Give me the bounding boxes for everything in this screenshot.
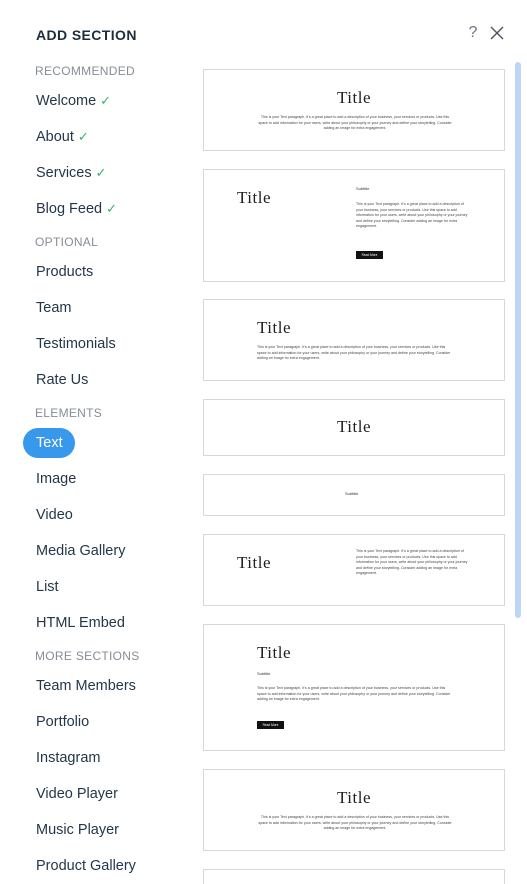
preview-paragraph: This is your Text paragraph. It's a grea… (258, 115, 452, 131)
category-more-sections: MORE SECTIONS (35, 649, 140, 663)
preview-card-centered-title[interactable]: Title This is your Text paragraph. It's … (203, 69, 505, 151)
sidebar-item-product-gallery[interactable]: Product Gallery (36, 852, 136, 880)
sidebar-item-products[interactable]: Products (36, 258, 93, 286)
checkmark-icon: ✓ (95, 165, 107, 180)
preview-button: Read More (356, 251, 383, 259)
preview-title: Title (237, 188, 272, 207)
sidebar-item-portfolio[interactable]: Portfolio (36, 708, 89, 736)
sidebar-item-image[interactable]: Image (36, 465, 76, 493)
category-optional: OPTIONAL (35, 235, 99, 249)
sidebar-item-testimonials[interactable]: Testimonials (36, 330, 116, 358)
preview-card-title-paragraph-columns[interactable]: Title This is your Text paragraph. It's … (203, 534, 505, 606)
sidebar-item-label: Services (36, 165, 92, 181)
panel-title: ADD SECTION (36, 27, 137, 43)
preview-subtitle: Subtitle (356, 186, 370, 191)
preview-paragraph: This is your Text paragraph. It's a grea… (258, 815, 452, 831)
sidebar-item-music-player[interactable]: Music Player (36, 816, 119, 844)
checkmark-icon: ✓ (77, 129, 89, 144)
preview-card-partial[interactable] (203, 869, 505, 884)
preview-subtitle: Subtitle (345, 491, 359, 496)
sidebar-item-welcome[interactable]: Welcome ✓ (36, 87, 111, 115)
preview-subtitle: Subtitle (257, 671, 271, 676)
sidebar-item-list[interactable]: List (36, 573, 59, 601)
preview-card-title-subtitle-button[interactable]: Title Subtitle This is your Text paragra… (203, 624, 505, 751)
sidebar-item-about[interactable]: About ✓ (36, 123, 89, 151)
preview-card-centered-title-2[interactable]: Title This is your Text paragraph. It's … (203, 769, 505, 851)
sidebar-item-blog-feed[interactable]: Blog Feed ✓ (36, 195, 117, 223)
preview-title: Title (337, 788, 372, 807)
preview-card-subtitle-only[interactable]: Subtitle (203, 474, 505, 516)
sidebar-item-html-embed[interactable]: HTML Embed (36, 609, 125, 637)
preview-title: Title (257, 643, 292, 662)
sidebar-item-video[interactable]: Video (36, 501, 73, 529)
preview-paragraph: This is your Text paragraph. It's a grea… (356, 549, 468, 576)
scrollbar-thumb[interactable] (515, 62, 521, 618)
category-recommended: RECOMMENDED (35, 64, 135, 78)
sidebar-item-label: About (36, 129, 74, 145)
checkmark-icon: ✓ (100, 93, 112, 108)
section-preview-list: Title This is your Text paragraph. It's … (203, 0, 505, 884)
preview-paragraph: This is your Text paragraph. It's a grea… (257, 345, 451, 361)
category-elements: ELEMENTS (35, 406, 103, 420)
sidebar-item-media-gallery[interactable]: Media Gallery (36, 537, 125, 565)
add-section-panel: ADD SECTION ? RECOMMENDED Welcome ✓ About… (0, 0, 527, 884)
preview-card-title-only[interactable]: Title (203, 399, 505, 456)
checkmark-icon: ✓ (106, 201, 118, 216)
preview-title: Title (337, 88, 372, 107)
preview-title: Title (337, 417, 372, 436)
preview-card-title-two-column[interactable]: Title Subtitle This is your Text paragra… (203, 169, 505, 282)
preview-card-left-title[interactable]: Title This is your Text paragraph. It's … (203, 299, 505, 381)
preview-button: Read More (257, 721, 284, 729)
preview-paragraph: This is your Text paragraph. It's a grea… (356, 202, 468, 229)
preview-title: Title (237, 553, 272, 572)
sidebar-item-video-player[interactable]: Video Player (36, 780, 118, 808)
sidebar-item-team-members[interactable]: Team Members (36, 672, 136, 700)
sidebar-item-team[interactable]: Team (36, 294, 71, 322)
sidebar-item-rate-us[interactable]: Rate Us (36, 366, 88, 394)
preview-paragraph: This is your Text paragraph. It's a grea… (257, 686, 451, 702)
sidebar-item-text[interactable]: Text (23, 428, 75, 458)
sidebar-item-label: Blog Feed (36, 201, 103, 217)
sidebar-item-label: Welcome (36, 93, 97, 109)
sidebar-item-services[interactable]: Services ✓ (36, 159, 107, 187)
sidebar-item-instagram[interactable]: Instagram (36, 744, 100, 772)
preview-title: Title (257, 318, 292, 337)
section-category-list: RECOMMENDED Welcome ✓ About ✓ Services ✓ Bl… (0, 60, 185, 884)
